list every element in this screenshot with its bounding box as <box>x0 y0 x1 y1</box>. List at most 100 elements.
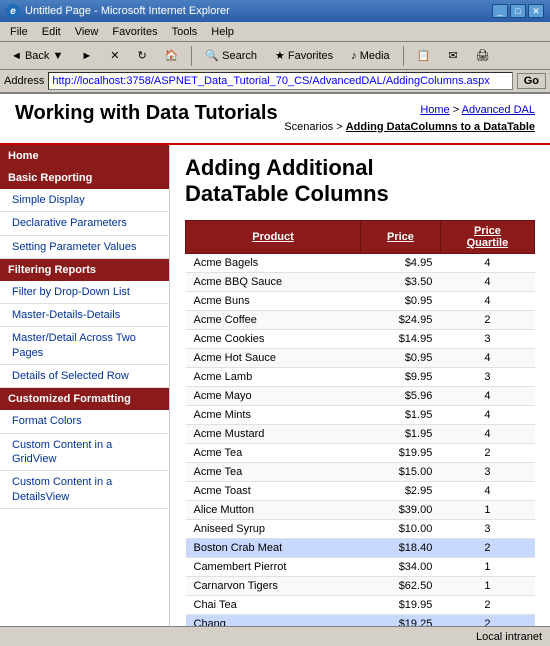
address-label: Address <box>4 75 44 87</box>
mail-button[interactable]: ✉ <box>441 46 464 65</box>
cell-price: $19.95 <box>361 595 441 614</box>
history-button[interactable]: 📋 <box>410 46 438 65</box>
sidebar-item-master-details[interactable]: Master-Details-Details <box>0 304 169 327</box>
menu-tools[interactable]: Tools <box>166 24 204 40</box>
search-button[interactable]: 🔍 Search <box>198 46 264 65</box>
cell-quartile: 4 <box>440 405 534 424</box>
sidebar-item-declarative[interactable]: Declarative Parameters <box>0 212 169 235</box>
cell-price: $0.95 <box>361 291 441 310</box>
cell-price: $18.40 <box>361 538 441 557</box>
forward-button[interactable]: ► <box>74 47 99 65</box>
cell-product: Acme Mints <box>186 405 361 424</box>
table-row: Acme Tea$15.003 <box>186 462 535 481</box>
cell-quartile: 4 <box>440 291 534 310</box>
media-button[interactable]: ♪ Media <box>344 47 397 65</box>
cell-product: Camembert Pierrot <box>186 557 361 576</box>
sidebar-item-format-colors[interactable]: Format Colors <box>0 410 169 433</box>
cell-quartile: 3 <box>440 367 534 386</box>
minimize-button[interactable]: _ <box>492 4 508 18</box>
breadcrumb-section[interactable]: Advanced DAL <box>462 104 535 116</box>
cell-price: $2.95 <box>361 481 441 500</box>
page-title: Adding Additional DataTable Columns <box>185 155 535 208</box>
cell-product: Acme Tea <box>186 462 361 481</box>
cell-price: $14.95 <box>361 329 441 348</box>
table-row: Acme Mayo$5.964 <box>186 386 535 405</box>
table-row: Acme Mustard$1.954 <box>186 424 535 443</box>
menu-favorites[interactable]: Favorites <box>106 24 163 40</box>
cell-product: Acme Toast <box>186 481 361 500</box>
cell-price: $10.00 <box>361 519 441 538</box>
go-button[interactable]: Go <box>517 73 546 89</box>
cell-price: $4.95 <box>361 253 441 272</box>
toolbar-separator <box>191 46 192 66</box>
breadcrumb-sep2: > <box>336 121 345 133</box>
main-content: Adding Additional DataTable Columns Prod… <box>170 145 550 626</box>
title-bar: e Untitled Page - Microsoft Internet Exp… <box>0 0 550 22</box>
cell-price: $1.95 <box>361 424 441 443</box>
cell-quartile: 1 <box>440 557 534 576</box>
sidebar-item-custom-detailsview[interactable]: Custom Content in a DetailsView <box>0 471 169 509</box>
breadcrumb-subsection: Scenarios <box>284 121 333 133</box>
site-title: Working with Data Tutorials <box>15 102 278 125</box>
sidebar-item-details-selected[interactable]: Details of Selected Row <box>0 365 169 388</box>
breadcrumb-sep1: > <box>453 104 462 116</box>
table-row: Acme Hot Sauce$0.954 <box>186 348 535 367</box>
col-header-product: Product <box>186 220 361 253</box>
table-row: Alice Mutton$39.001 <box>186 500 535 519</box>
table-row: Acme Coffee$24.952 <box>186 310 535 329</box>
sidebar-header-basic: Basic Reporting <box>0 167 169 189</box>
cell-product: Acme Bagels <box>186 253 361 272</box>
close-button[interactable]: ✕ <box>528 4 544 18</box>
sidebar-item-custom-gridview[interactable]: Custom Content in a GridView <box>0 434 169 472</box>
cell-quartile: 2 <box>440 538 534 557</box>
table-row: Carnarvon Tigers$62.501 <box>186 576 535 595</box>
sidebar-header-filtering: Filtering Reports <box>0 259 169 281</box>
sidebar-item-simple-display[interactable]: Simple Display <box>0 189 169 212</box>
maximize-button[interactable]: □ <box>510 4 526 18</box>
cell-quartile: 4 <box>440 253 534 272</box>
cell-quartile: 4 <box>440 348 534 367</box>
print-button[interactable]: 🖨 <box>469 46 497 65</box>
sidebar-item-master-detail-pages[interactable]: Master/Detail Across Two Pages <box>0 327 169 365</box>
refresh-button[interactable]: ↻ <box>130 46 153 65</box>
menu-view[interactable]: View <box>69 24 105 40</box>
cell-product: Acme Cookies <box>186 329 361 348</box>
cell-price: $34.00 <box>361 557 441 576</box>
cell-quartile: 4 <box>440 386 534 405</box>
sidebar-header-formatting: Customized Formatting <box>0 388 169 410</box>
cell-price: $5.96 <box>361 386 441 405</box>
table-row: Acme Lamb$9.953 <box>186 367 535 386</box>
sidebar-item-filter-dropdown[interactable]: Filter by Drop-Down List <box>0 281 169 304</box>
address-input[interactable] <box>48 72 512 90</box>
breadcrumb-area: Home > Advanced DAL Scenarios > Adding D… <box>284 102 535 135</box>
table-row: Chai Tea$19.952 <box>186 595 535 614</box>
sidebar: Home Basic Reporting Simple Display Decl… <box>0 145 170 626</box>
cell-product: Alice Mutton <box>186 500 361 519</box>
stop-button[interactable]: ✕ <box>103 46 126 65</box>
menu-edit[interactable]: Edit <box>36 24 67 40</box>
window-title: Untitled Page - Microsoft Internet Explo… <box>25 5 230 17</box>
sidebar-item-setting-params[interactable]: Setting Parameter Values <box>0 236 169 259</box>
table-row: Acme Toast$2.954 <box>186 481 535 500</box>
toolbar: ◄ Back ▼ ► ✕ ↻ 🏠 🔍 Search ★ Favorites ♪ … <box>0 42 550 70</box>
cell-quartile: 4 <box>440 272 534 291</box>
window-controls[interactable]: _ □ ✕ <box>492 4 544 18</box>
table-row: Boston Crab Meat$18.402 <box>186 538 535 557</box>
table-row: Acme Mints$1.954 <box>186 405 535 424</box>
back-button[interactable]: ◄ Back ▼ <box>4 47 70 65</box>
breadcrumb-current: Adding DataColumns to a DataTable <box>346 121 535 133</box>
breadcrumb-home[interactable]: Home <box>420 104 449 116</box>
cell-product: Aniseed Syrup <box>186 519 361 538</box>
cell-price: $19.25 <box>361 614 441 626</box>
cell-quartile: 1 <box>440 576 534 595</box>
menu-help[interactable]: Help <box>205 24 240 40</box>
favorites-button[interactable]: ★ Favorites <box>268 46 340 65</box>
cell-quartile: 4 <box>440 481 534 500</box>
home-button[interactable]: 🏠 <box>158 46 186 65</box>
cell-quartile: 2 <box>440 310 534 329</box>
cell-quartile: 3 <box>440 329 534 348</box>
cell-product: Acme Mayo <box>186 386 361 405</box>
cell-price: $24.95 <box>361 310 441 329</box>
ie-icon: e <box>6 4 20 18</box>
menu-file[interactable]: File <box>4 24 34 40</box>
